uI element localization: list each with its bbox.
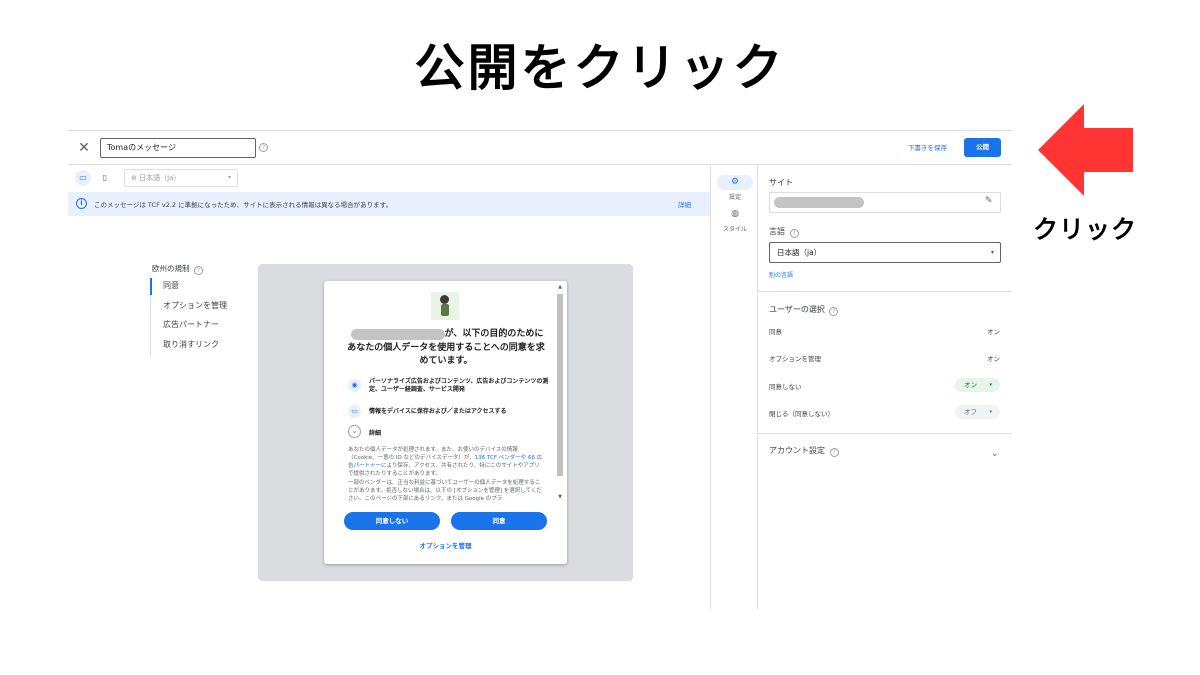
user-choice-label: ユーザーの選択 ? xyxy=(769,304,839,316)
nav-item-consent[interactable]: 同意 xyxy=(150,278,227,298)
info-text: このメッセージは TCF v2.2 に準拠になったため、サイトに表示される情報は… xyxy=(94,201,392,209)
globe-icon: ⊕ xyxy=(131,174,137,182)
scroll-up-icon: ▲ xyxy=(558,284,562,290)
settings-panel: サイト ✎ 言語 ? 日本語（ja） ▾ 別の言語 ユーザーの選択 ? 同意 オ… xyxy=(758,165,1012,609)
help-icon[interactable]: ? xyxy=(829,448,839,457)
site-label: サイト xyxy=(769,178,793,187)
chip-value: オン xyxy=(964,381,977,389)
choice-row-close: 閉じる（同意しない） オフ ▾ xyxy=(769,405,1000,419)
chevron-down-icon: ▾ xyxy=(990,249,994,256)
rail-style-label: スタイル xyxy=(722,226,747,233)
side-rail: ⚙ 設定 ◍ スタイル xyxy=(710,165,758,609)
palette-icon: ◍ xyxy=(731,209,739,219)
site-logo xyxy=(431,292,459,320)
help-icon[interactable]: ? xyxy=(789,229,799,238)
close-toggle-dropdown[interactable]: オフ ▾ xyxy=(955,405,1000,419)
choice-row-manage-options: オプションを管理 オン xyxy=(769,350,1000,364)
dialog-heading-line1: が、以下の目的のために xyxy=(444,329,544,339)
choice-row-decline: 同意しない オン ▾ xyxy=(769,378,1000,392)
language-dropdown[interactable]: 日本語（ja） ▾ xyxy=(769,242,1001,263)
preview-language-select[interactable]: ⊕ 日本語（ja） ▾ xyxy=(124,169,238,187)
nav-list: 同意 オプションを管理 広告パートナー 取り消すリンク xyxy=(150,278,227,356)
preview-toolbar: ▭ ▯ ⊕ 日本語（ja） ▾ xyxy=(68,165,710,191)
site-field[interactable]: ✎ xyxy=(769,192,1001,213)
chevron-down-icon[interactable]: ⌄ xyxy=(348,425,361,438)
click-annotation-label: クリック xyxy=(1033,215,1138,244)
person-icon: ◉ xyxy=(348,379,361,392)
language-label-text: 言語 xyxy=(769,227,785,236)
user-choice-label-text: ユーザーの選択 xyxy=(769,305,825,314)
dialog-body-1: あなたの個人データが処理されます。また、お使いのデバイスの情報（Cookie、一… xyxy=(348,446,543,478)
red-arrow-icon xyxy=(1038,104,1133,196)
headline-annotation: 公開をクリック xyxy=(414,39,786,97)
language-dropdown-value: 日本語（ja） xyxy=(777,248,822,257)
choice-value: オン xyxy=(987,355,1000,363)
choice-label: 同意 xyxy=(769,328,782,336)
nav-title: 欧州の規制 ? xyxy=(152,263,203,275)
decline-toggle-dropdown[interactable]: オン ▾ xyxy=(955,378,1000,392)
dialog-body-2: 一部のベンダーは、正当な利益に基づいてユーザーの個人データを処理することがありま… xyxy=(348,480,542,502)
message-name-input[interactable]: Tomaのメッセージ xyxy=(100,138,256,158)
other-language-link[interactable]: 別の言語 xyxy=(769,270,793,279)
pencil-icon[interactable]: ✎ xyxy=(985,196,993,206)
mobile-icon[interactable]: ▯ xyxy=(97,170,113,186)
help-icon[interactable]: ? xyxy=(193,266,203,275)
info-banner: i このメッセージは TCF v2.2 に準拠になったため、サイトに表示される情… xyxy=(68,192,710,216)
accept-button[interactable]: 同意 xyxy=(451,512,547,530)
gear-icon: ⚙ xyxy=(717,175,753,190)
site-value-redacted xyxy=(774,197,864,208)
nav-title-text: 欧州の規制 xyxy=(152,264,190,273)
consent-dialog-preview: が、以下の目的のために あなたの個人データを使用することへの同意を求 めています… xyxy=(324,281,567,564)
dialog-scrollbar[interactable]: ▲ ▼ xyxy=(556,284,564,504)
details-toggle-label[interactable]: 詳細 xyxy=(369,428,381,437)
rail-settings-label: 設定 xyxy=(728,194,741,201)
save-draft-button[interactable]: 下書きを保存 xyxy=(908,142,947,152)
choice-label: 閉じる（同意しない） xyxy=(769,410,834,418)
device-icon: ▭ xyxy=(348,405,361,418)
purpose-device: 情報をデバイスに保存および／またはアクセスする xyxy=(369,408,507,415)
help-icon[interactable]: ? xyxy=(829,307,839,316)
chip-value: オフ xyxy=(964,408,977,416)
desktop-icon[interactable]: ▭ xyxy=(75,170,91,186)
language-label: 言語 ? xyxy=(769,226,799,238)
chevron-down-icon: ▾ xyxy=(989,409,992,415)
info-detail-link[interactable]: 詳細 xyxy=(678,199,691,209)
close-icon[interactable]: ✕ xyxy=(76,139,92,157)
rail-settings[interactable]: ⚙ 設定 xyxy=(711,175,759,201)
chevron-down-icon: ▾ xyxy=(989,382,992,388)
choice-value: オン xyxy=(987,328,1000,336)
decline-button[interactable]: 同意しない xyxy=(344,512,440,530)
divider xyxy=(758,433,1012,434)
info-icon: i xyxy=(76,198,87,209)
dialog-heading: が、以下の目的のために あなたの個人データを使用することへの同意を求 めています… xyxy=(336,328,556,369)
nav-item-ad-partners[interactable]: 広告パートナー xyxy=(151,317,227,337)
message-editor: ✕ Tomaのメッセージ ? 下書きを保存 公開 ▭ ▯ ⊕ 日本語（ja） ▾… xyxy=(68,130,1012,609)
nav-item-manage-options[interactable]: オプションを管理 xyxy=(151,298,227,318)
top-bar: ✕ Tomaのメッセージ ? 下書きを保存 公開 xyxy=(68,131,1012,165)
divider xyxy=(758,291,1012,292)
dialog-heading-line2: あなたの個人データを使用することへの同意を求 xyxy=(347,342,545,353)
rail-style[interactable]: ◍ スタイル xyxy=(711,207,759,233)
help-icon[interactable]: ? xyxy=(259,143,268,152)
preview-language-value: 日本語（ja） xyxy=(139,174,181,182)
scroll-down-icon: ▼ xyxy=(558,494,562,500)
publish-button[interactable]: 公開 xyxy=(964,138,1001,157)
account-settings-label-text: アカウント設定 xyxy=(769,446,825,455)
chevron-down-icon[interactable]: ⌄ xyxy=(991,449,999,459)
manage-options-link[interactable]: オプションを管理 xyxy=(324,540,567,550)
purpose-ads: パーソナライズ広告およびコンテンツ、広告およびコンテンツの測定、ユーザー経調査、… xyxy=(369,378,549,393)
scroll-thumb[interactable] xyxy=(557,294,563,476)
choice-label: 同意しない xyxy=(769,383,802,391)
chevron-down-icon: ▾ xyxy=(227,174,231,181)
choice-row-consent: 同意 オン xyxy=(769,323,1000,337)
dialog-heading-line3: めています。 xyxy=(419,356,473,366)
nav-item-revoke-link[interactable]: 取り消すリンク xyxy=(151,337,227,357)
choice-label: オプションを管理 xyxy=(769,355,821,363)
account-settings-label[interactable]: アカウント設定 ? xyxy=(769,445,839,457)
